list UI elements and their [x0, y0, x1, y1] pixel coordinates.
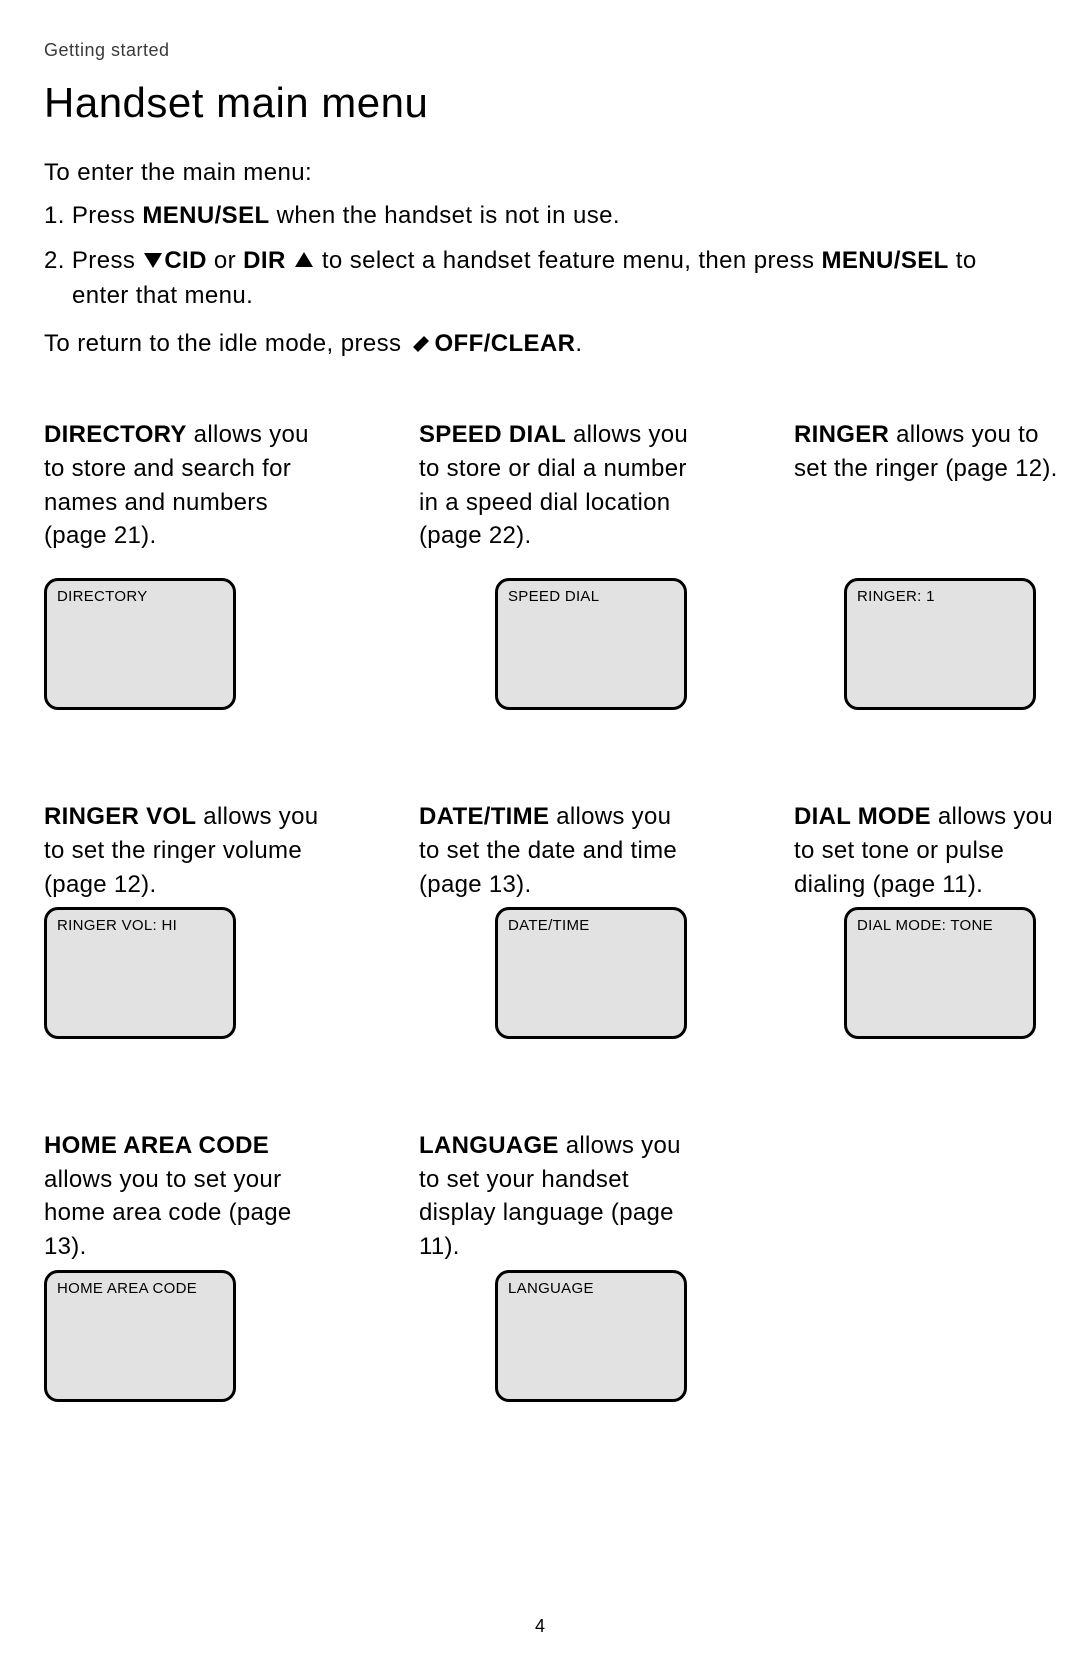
menu-description: DATE/TIME allows you to set the date and…: [419, 800, 694, 901]
menu-grid: DIRECTORY allows you to store and search…: [44, 418, 1036, 1491]
menu-description: HOME AREA CODE allows you to set your ho…: [44, 1129, 319, 1263]
menu-description: DIRECTORY allows you to store and search…: [44, 418, 319, 554]
menu-description: LANGUAGE allows you to set your handset …: [419, 1129, 694, 1263]
step-text: Press: [72, 247, 142, 274]
lcd-text: DIRECTORY: [57, 588, 223, 605]
lcd-screen: HOME AREA CODE: [44, 1270, 236, 1402]
lcd-screen: DIAL MODE: TONE: [844, 907, 1036, 1039]
lcd-text: HOME AREA CODE: [57, 1280, 223, 1297]
menu-label: HOME AREA CODE: [44, 1132, 269, 1159]
step-text: Press: [72, 202, 142, 229]
menu-description: RINGER allows you to set the ringer (pag…: [794, 418, 1069, 554]
down-triangle-icon: [142, 250, 164, 270]
menu-label: RINGER VOL: [44, 803, 196, 830]
menu-label: DATE/TIME: [419, 803, 549, 830]
step-number: 1.: [44, 202, 72, 229]
lcd-text: SPEED DIAL: [508, 588, 674, 605]
menu-description: RINGER VOL allows you to set the ringer …: [44, 800, 319, 901]
step-text: to select a handset feature menu, then p…: [315, 247, 822, 274]
menu-language: LANGUAGE allows you to set your handset …: [419, 1129, 694, 1491]
instruction-list: 1. Press MENU/SEL when the handset is no…: [44, 199, 1036, 313]
page-number: 4: [0, 1616, 1080, 1637]
step-text: when the handset is not in use.: [270, 202, 620, 229]
menu-dial-mode: DIAL MODE allows you to set tone or puls…: [794, 800, 1069, 1129]
lcd-text: RINGER VOL: HI: [57, 917, 223, 934]
lcd-screen: LANGUAGE: [495, 1270, 687, 1402]
key-cid: CID: [164, 247, 207, 274]
menu-ringer-vol: RINGER VOL allows you to set the ringer …: [44, 800, 319, 1129]
step-number: 2.: [44, 247, 72, 274]
key-dir: DIR: [243, 247, 286, 274]
menu-directory: DIRECTORY allows you to store and search…: [44, 418, 319, 800]
menu-home-area-code: HOME AREA CODE allows you to set your ho…: [44, 1129, 319, 1491]
return-text: To return to the idle mode, press: [44, 330, 408, 357]
return-instruction: To return to the idle mode, press OFF/CL…: [44, 329, 1036, 358]
lcd-screen: DATE/TIME: [495, 907, 687, 1039]
lcd-screen: SPEED DIAL: [495, 578, 687, 710]
lcd-text: LANGUAGE: [508, 1280, 674, 1297]
step-1: 1. Press MENU/SEL when the handset is no…: [44, 199, 1036, 234]
menu-label: DIRECTORY: [44, 421, 187, 448]
menu-description: DIAL MODE allows you to set tone or puls…: [794, 800, 1069, 901]
step-2: 2. Press CID or DIR to select a handset …: [44, 244, 1036, 314]
menu-label: DIAL MODE: [794, 803, 931, 830]
intro-line: To enter the main menu:: [44, 159, 1036, 187]
menu-label: SPEED DIAL: [419, 421, 566, 448]
period: .: [575, 330, 582, 357]
key-menu: MENU/: [142, 202, 221, 229]
key-sel: SEL: [901, 247, 949, 274]
up-triangle-icon: [293, 250, 315, 270]
menu-date-time: DATE/TIME allows you to set the date and…: [419, 800, 694, 1129]
key-clear: CLEAR: [491, 330, 576, 357]
menu-description: SPEED DIAL allows you to store or dial a…: [419, 418, 694, 554]
menu-ringer: RINGER allows you to set the ringer (pag…: [794, 418, 1069, 800]
menu-speed-dial: SPEED DIAL allows you to store or dial a…: [419, 418, 694, 800]
lcd-screen: RINGER: 1: [844, 578, 1036, 710]
lcd-screen: DIRECTORY: [44, 578, 236, 710]
lcd-text: RINGER: 1: [857, 588, 1023, 605]
lcd-text: DIAL MODE: TONE: [857, 917, 1023, 934]
key-menu: MENU/: [821, 247, 900, 274]
menu-label: LANGUAGE: [419, 1132, 559, 1159]
step-text: or: [207, 247, 243, 274]
lcd-text: DATE/TIME: [508, 917, 674, 934]
page-title: Handset main menu: [44, 79, 1036, 127]
menu-text: allows you to set your home area code (p…: [44, 1166, 292, 1260]
lcd-screen: RINGER VOL: HI: [44, 907, 236, 1039]
key-off: OFF/: [434, 330, 490, 357]
menu-label: RINGER: [794, 421, 889, 448]
key-sel: SEL: [222, 202, 270, 229]
empty-cell: [794, 1129, 1069, 1491]
section-header: Getting started: [44, 40, 1036, 61]
phone-off-icon: [408, 329, 434, 355]
